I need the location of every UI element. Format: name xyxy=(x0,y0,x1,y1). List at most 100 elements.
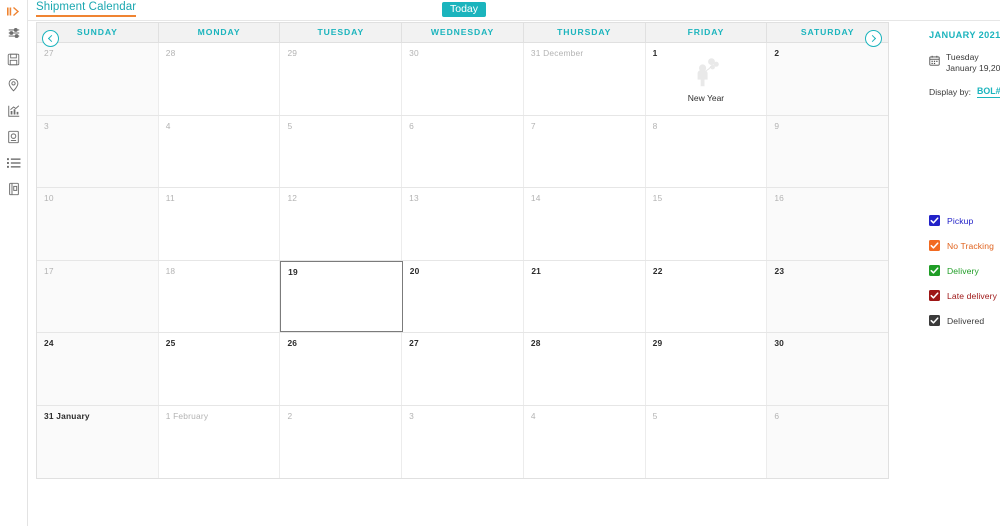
sidebar-item-list[interactable] xyxy=(0,150,28,176)
calendar-day-cell[interactable]: 2 xyxy=(767,43,889,115)
calendar-day-cell[interactable]: 13 xyxy=(402,188,524,260)
weekday-header-tuesday: TUESDAY xyxy=(280,23,403,42)
calendar-day-number: 20 xyxy=(409,265,420,276)
calendar-day-cell[interactable]: 30 xyxy=(402,43,524,115)
check-icon xyxy=(930,267,939,274)
calendar-week-row: 3 4 5 6 7 8 9 xyxy=(37,115,889,188)
legend-checkbox[interactable] xyxy=(929,265,940,276)
legend-item-delivered[interactable]: Delivered xyxy=(929,308,997,333)
report-book-icon xyxy=(8,182,20,196)
legend-item-delivery[interactable]: Delivery xyxy=(929,258,997,283)
calendar-day-cell[interactable]: 1 February xyxy=(158,405,281,478)
calendar-day-cell[interactable]: 15 xyxy=(645,188,768,260)
calendar-day-cell[interactable]: 27 xyxy=(37,43,159,115)
next-month-button[interactable] xyxy=(865,30,882,47)
calendar-day-cell[interactable]: 25 xyxy=(158,333,281,405)
calendar-day-number: 30 xyxy=(409,48,419,58)
calendar-day-cell[interactable]: 3 xyxy=(402,405,524,478)
calendar-day-cell[interactable]: 21 xyxy=(524,260,646,332)
calendar-day-number: 11 xyxy=(165,193,175,203)
legend-checkbox[interactable] xyxy=(929,215,940,226)
location-pin-icon xyxy=(7,78,20,92)
right-panel-month-title: JANUARY 2021 xyxy=(929,30,1000,40)
calendar-day-number: 31 January xyxy=(44,410,90,421)
calendar-day-cell[interactable]: 4 xyxy=(523,405,646,478)
sidebar-item-filters[interactable] xyxy=(0,20,28,46)
calendar-day-number: 18 xyxy=(165,265,176,276)
holiday-marker: New Year xyxy=(646,57,767,103)
calendar-day-cell[interactable]: 2 xyxy=(280,405,403,478)
sidebar-item-saved[interactable] xyxy=(0,46,28,72)
calendar-day-number: 5 xyxy=(287,120,293,131)
calendar-day-cell[interactable]: 4 xyxy=(158,115,281,187)
calendar-week-row: 24 25 26 27 28 29 30 xyxy=(37,333,889,406)
legend-item-pickup[interactable]: Pickup xyxy=(929,208,997,233)
legend-item-no-tracking[interactable]: No Tracking xyxy=(929,233,997,258)
chevron-right-icon xyxy=(868,34,877,43)
calendar-icon xyxy=(929,53,940,71)
legend-checkbox[interactable] xyxy=(929,315,940,326)
calendar-day-number: 28 xyxy=(165,48,176,58)
legend-item-late-delivery[interactable]: Late delivery xyxy=(929,283,997,308)
calendar-day-cell[interactable]: 5 xyxy=(645,405,768,478)
legend-checkbox[interactable] xyxy=(929,240,940,251)
calendar-day-cell[interactable]: 17 xyxy=(37,260,159,332)
calendar-day-cell[interactable]: 29 xyxy=(280,43,403,115)
calendar-day-cell[interactable]: 23 xyxy=(767,260,889,332)
legend-label: Delivered xyxy=(947,315,985,326)
calendar-day-cell[interactable]: 8 xyxy=(645,115,768,187)
calendar-day-cell[interactable]: 24 xyxy=(37,333,159,405)
selected-date-value: January 19,2021 xyxy=(946,63,1000,73)
calendar-day-cell[interactable]: 16 xyxy=(767,188,889,260)
prev-month-button[interactable] xyxy=(42,30,59,47)
calendar-day-cell[interactable]: 14 xyxy=(523,188,646,260)
calendar-day-cell[interactable]: 11 xyxy=(158,188,281,260)
calendar-day-cell[interactable]: 19 xyxy=(280,260,403,332)
calendar-day-cell[interactable]: 22 xyxy=(645,260,768,332)
display-by-select[interactable]: BOL# xyxy=(977,86,1000,98)
calendar-day-cell[interactable]: 6 xyxy=(402,115,524,187)
calendar-day-cell[interactable]: 5 xyxy=(280,115,403,187)
sidebar-item-reports[interactable] xyxy=(0,176,28,202)
calendar-day-cell[interactable]: 3 xyxy=(37,115,159,187)
calendar-day-number: 4 xyxy=(165,120,171,131)
save-floppy-icon xyxy=(7,53,20,66)
calendar-day-cell[interactable]: 7 xyxy=(523,115,646,187)
legend-label: Pickup xyxy=(947,215,974,226)
calendar-day-number: 21 xyxy=(531,265,542,276)
calendar-day-cell[interactable]: 1 New Year xyxy=(645,43,768,115)
display-by-value: BOL# xyxy=(977,86,1000,96)
calendar-day-cell[interactable]: 12 xyxy=(280,188,403,260)
calendar-day-cell[interactable]: 6 xyxy=(767,405,889,478)
weekday-header-wednesday: WEDNESDAY xyxy=(402,23,524,42)
calendar-day-cell[interactable]: 26 xyxy=(280,333,403,405)
calendar-day-cell[interactable]: 30 xyxy=(767,333,889,405)
legend-checkbox[interactable] xyxy=(929,290,940,301)
calendar-day-cell[interactable]: 31 December xyxy=(523,43,646,115)
calendar-day-cell[interactable]: 9 xyxy=(767,115,889,187)
calendar-day-cell[interactable]: 18 xyxy=(158,260,281,332)
person-with-balloons-icon xyxy=(693,57,719,92)
calendar-day-number: 5 xyxy=(652,410,658,421)
calendar-day-number: 16 xyxy=(774,193,785,203)
display-by-row: Display by: BOL# xyxy=(929,86,1000,98)
today-button[interactable]: Today xyxy=(442,2,487,17)
main-area: Shipment Calendar Today SUNDAY MONDAY TU… xyxy=(28,0,1000,526)
list-icon xyxy=(6,157,21,169)
calendar-day-cell[interactable]: 10 xyxy=(37,188,159,260)
calendar-day-cell[interactable]: 28 xyxy=(158,43,281,115)
page-tab-shipment-calendar[interactable]: Shipment Calendar xyxy=(36,1,137,17)
calendar-day-number: 27 xyxy=(409,338,419,348)
calendar-day-cell[interactable]: 27 xyxy=(402,333,524,405)
calendar-day-cell[interactable]: 29 xyxy=(645,333,768,405)
calendar-day-cell[interactable]: 31 January xyxy=(37,405,159,478)
calendar-day-cell[interactable]: 28 xyxy=(523,333,646,405)
calendar-day-number: 6 xyxy=(409,120,415,131)
sidebar-item-track[interactable] xyxy=(0,72,28,98)
holiday-label: New Year xyxy=(687,93,725,103)
sidebar-item-analytics[interactable] xyxy=(0,98,28,124)
collapse-expand-icon-button[interactable] xyxy=(0,2,28,20)
calendar-day-cell[interactable]: 20 xyxy=(402,260,525,332)
calendar-day-number: 25 xyxy=(165,338,176,348)
sidebar-item-documents[interactable] xyxy=(0,124,28,150)
